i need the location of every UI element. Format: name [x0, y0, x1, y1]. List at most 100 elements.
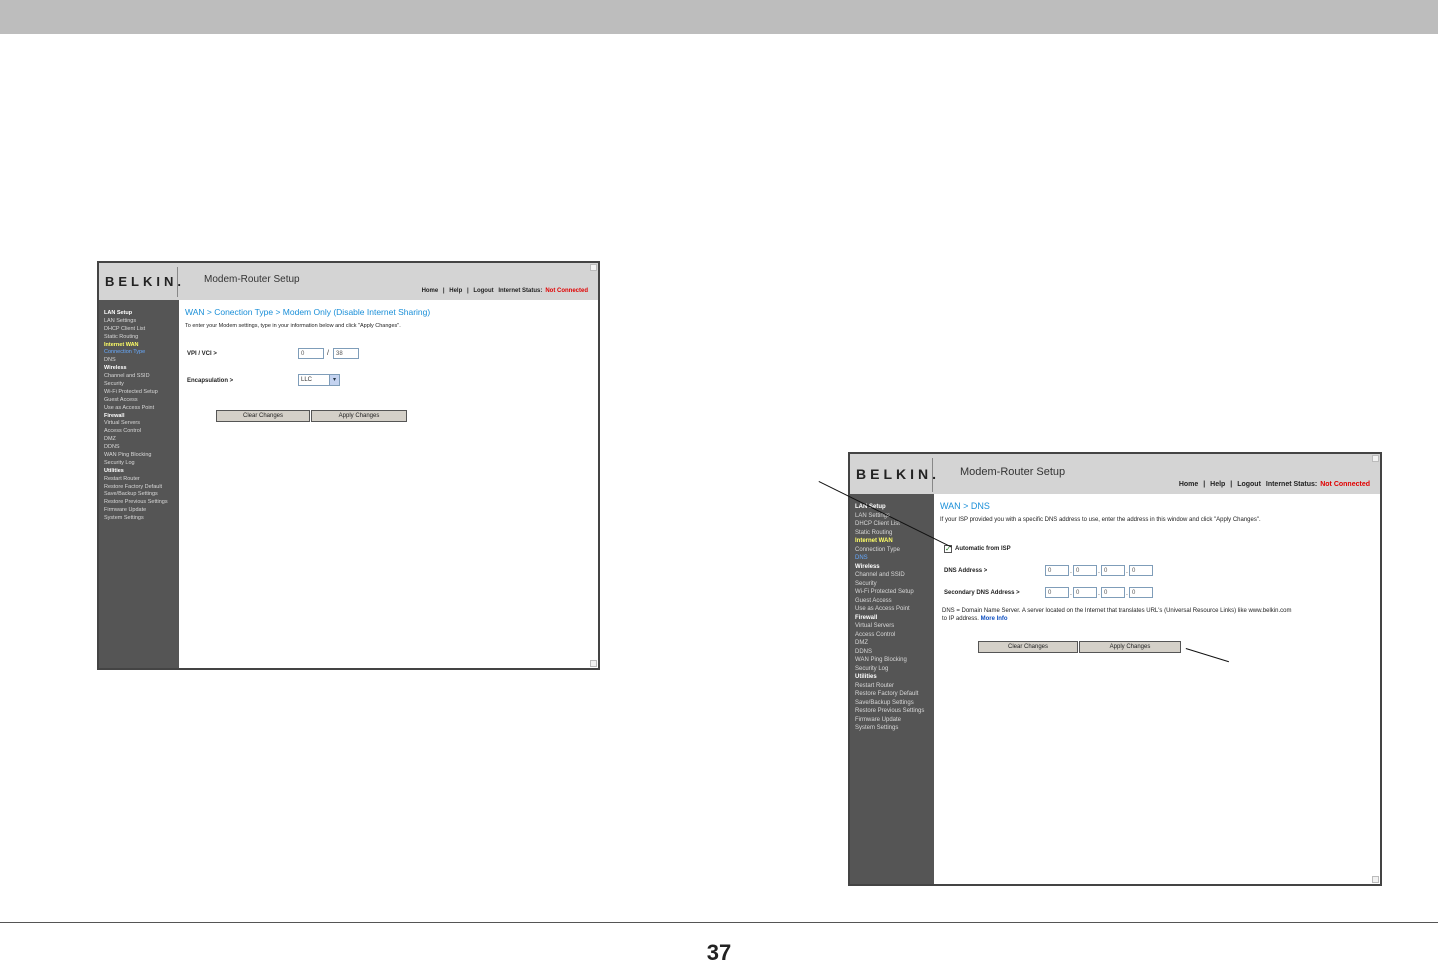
sidebar-item-security[interactable]: Security — [855, 581, 934, 590]
clear-changes-button[interactable]: Clear Changes — [216, 410, 310, 422]
sidebar-item-access-control[interactable]: Access Control — [855, 632, 934, 641]
sidebar-item-restore-factory-default[interactable]: Restore Factory Default — [104, 484, 179, 492]
sidebar-item-save-backup-settings[interactable]: Save/Backup Settings — [104, 491, 179, 499]
scroll-up-arrow[interactable] — [1372, 455, 1379, 462]
sidebar-item-channel-and-ssid[interactable]: Channel and SSID — [104, 373, 179, 381]
link-separator: | — [466, 288, 469, 294]
octet-dot: . — [1070, 568, 1072, 575]
automatic-from-isp-label: Automatic from ISP — [955, 546, 1011, 552]
sidebar-item-wireless: Wireless — [855, 563, 880, 570]
apply-changes-button[interactable]: Apply Changes — [1079, 641, 1181, 653]
secondary-dns-octet-2[interactable]: 0 — [1073, 587, 1097, 598]
sidebar-item-lan-setup: LAN Setup — [104, 310, 133, 316]
sidebar-item-wireless: Wireless — [104, 365, 127, 372]
router-header: BELKIN. Modem-Router Setup Home | Help |… — [99, 263, 598, 300]
encapsulation-label: Encapsulation > — [187, 378, 234, 384]
sidebar-item-internet-wan[interactable]: Internet WAN — [104, 342, 179, 350]
scroll-up-arrow[interactable] — [590, 264, 597, 271]
sidebar-item-dhcp-client-list[interactable]: DHCP Client List — [855, 521, 934, 530]
vpi-input[interactable]: 0 — [298, 348, 324, 359]
sidebar-item-guest-access[interactable]: Guest Access — [104, 397, 179, 405]
sidebar-item-static-routing[interactable]: Static Routing — [104, 334, 179, 342]
encapsulation-select[interactable]: LLC ▾ — [298, 374, 340, 386]
sidebar-item-security-log[interactable]: Security Log — [104, 460, 179, 468]
sidebar-item-dns[interactable]: DNS — [104, 357, 179, 365]
sidebar-item-channel-and-ssid[interactable]: Channel and SSID — [855, 572, 934, 581]
belkin-logo: BELKIN. — [856, 466, 940, 482]
sidebar-item-wan-ping-blocking[interactable]: WAN Ping Blocking — [855, 657, 934, 666]
intro-text: If your ISP provided you with a specific… — [940, 517, 1261, 523]
logout-link[interactable]: Logout — [473, 288, 493, 294]
scroll-down-arrow[interactable] — [1372, 876, 1379, 883]
logo-divider — [932, 458, 933, 492]
sidebar-item-restore-previous-settings[interactable]: Restore Previous Settings — [104, 499, 179, 507]
more-info-link[interactable]: More Info — [981, 616, 1008, 622]
belkin-logo: BELKIN. — [105, 274, 185, 289]
sidebar-item-system-settings[interactable]: System Settings — [855, 725, 934, 734]
sidebar-item-restart-router[interactable]: Restart Router — [104, 476, 179, 484]
dns-octet-3[interactable]: 0 — [1101, 565, 1125, 576]
sidebar-item-use-as-access-point[interactable]: Use as Access Point — [855, 606, 934, 615]
logout-link[interactable]: Logout — [1237, 481, 1261, 488]
sidebar-item-guest-access[interactable]: Guest Access — [855, 598, 934, 607]
chevron-down-icon[interactable]: ▾ — [329, 375, 339, 385]
sidebar-item-utilities: Utilities — [855, 674, 877, 680]
vpi-vci-label: VPI / VCI > — [187, 351, 217, 357]
sidebar-item-save-backup-settings[interactable]: Save/Backup Settings — [855, 700, 934, 709]
sidebar-nav: LAN Setup LAN SettingsDHCP Client ListSta… — [99, 300, 179, 668]
octet-dot: . — [1098, 568, 1100, 575]
sidebar-item-connection-type[interactable]: Connection Type — [104, 349, 179, 357]
dns-octet-1[interactable]: 0 — [1045, 565, 1069, 576]
sidebar-item-security-log[interactable]: Security Log — [855, 666, 934, 675]
sidebar-item-restore-previous-settings[interactable]: Restore Previous Settings — [855, 708, 934, 717]
octet-dot: . — [1126, 590, 1128, 597]
clear-changes-button[interactable]: Clear Changes — [978, 641, 1078, 653]
sidebar-item-ddns[interactable]: DDNS — [104, 444, 179, 452]
dns-octet-2[interactable]: 0 — [1073, 565, 1097, 576]
secondary-dns-octet-1[interactable]: 0 — [1045, 587, 1069, 598]
sidebar-item-firewall: Firewall — [855, 614, 878, 621]
logo-divider — [177, 267, 178, 297]
dns-note: DNS = Domain Name Server. A server locat… — [942, 607, 1292, 623]
link-separator: | — [442, 288, 445, 294]
vci-input[interactable]: 38 — [333, 348, 359, 359]
sidebar-item-dmz[interactable]: DMZ — [855, 640, 934, 649]
sidebar-item-wan-ping-blocking[interactable]: WAN Ping Blocking — [104, 452, 179, 460]
home-link[interactable]: Home — [1179, 481, 1198, 488]
link-separator: | — [1203, 481, 1206, 488]
sidebar-item-virtual-servers[interactable]: Virtual Servers — [855, 623, 934, 632]
help-link[interactable]: Help — [1210, 481, 1225, 488]
sidebar-item-firmware-update[interactable]: Firmware Update — [855, 717, 934, 726]
sidebar-item-dhcp-client-list[interactable]: DHCP Client List — [104, 326, 179, 334]
apply-changes-button[interactable]: Apply Changes — [311, 410, 407, 422]
secondary-dns-octet-3[interactable]: 0 — [1101, 587, 1125, 598]
sidebar-item-dmz[interactable]: DMZ — [104, 436, 179, 444]
sidebar-item-security[interactable]: Security — [104, 381, 179, 389]
octet-dot: . — [1126, 568, 1128, 575]
screenshot-dns: BELKIN. Modem-Router Setup Home | Help |… — [848, 452, 1382, 886]
main-content: WAN > Conection Type > Modem Only (Disab… — [185, 307, 590, 330]
bottom-rule — [0, 922, 1438, 923]
sidebar-item-use-as-access-point[interactable]: Use as Access Point — [104, 405, 179, 413]
sidebar-item-internet-wan[interactable]: Internet WAN — [855, 538, 934, 547]
page-title: WAN > DNS — [940, 501, 990, 511]
dns-octet-4[interactable]: 0 — [1129, 565, 1153, 576]
sidebar-item-ddns[interactable]: DDNS — [855, 649, 934, 658]
sidebar-item-static-routing[interactable]: Static Routing — [855, 530, 934, 539]
sidebar-item-wi-fi-protected-setup[interactable]: Wi-Fi Protected Setup — [104, 389, 179, 397]
secondary-dns-octet-4[interactable]: 0 — [1129, 587, 1153, 598]
sidebar-item-wi-fi-protected-setup[interactable]: Wi-Fi Protected Setup — [855, 589, 934, 598]
sidebar-item-system-settings[interactable]: System Settings — [104, 515, 179, 523]
sidebar-item-restart-router[interactable]: Restart Router — [855, 683, 934, 692]
scroll-down-arrow[interactable] — [590, 660, 597, 667]
top-band — [0, 0, 1438, 34]
sidebar-item-dns[interactable]: DNS — [855, 555, 934, 564]
sidebar-item-access-control[interactable]: Access Control — [104, 428, 179, 436]
sidebar-item-virtual-servers[interactable]: Virtual Servers — [104, 420, 179, 428]
sidebar-item-connection-type[interactable]: Connection Type — [855, 547, 934, 556]
home-link[interactable]: Home — [422, 288, 439, 294]
sidebar-item-restore-factory-default[interactable]: Restore Factory Default — [855, 691, 934, 700]
sidebar-item-lan-settings[interactable]: LAN Settings — [104, 318, 179, 326]
sidebar-item-firmware-update[interactable]: Firmware Update — [104, 507, 179, 515]
help-link[interactable]: Help — [449, 288, 462, 294]
